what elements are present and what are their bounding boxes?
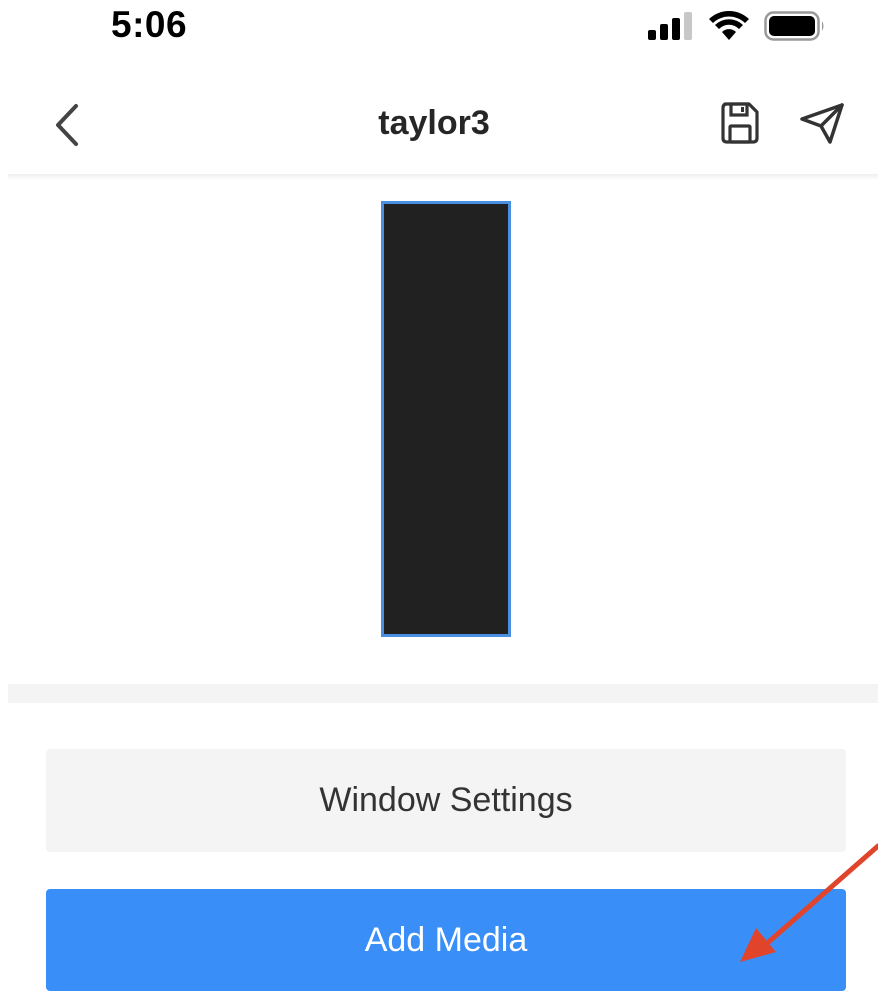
status-time: 5:06 bbox=[111, 4, 188, 45]
send-button[interactable] bbox=[798, 101, 846, 145]
cellular-signal-icon bbox=[648, 12, 692, 40]
app-screen: 5:06 taylor3 Window Settings Add Media bbox=[0, 0, 878, 991]
save-button[interactable] bbox=[718, 101, 762, 145]
battery-icon bbox=[764, 11, 824, 41]
section-divider bbox=[8, 684, 878, 703]
window-settings-button[interactable]: Window Settings bbox=[46, 749, 846, 852]
send-icon bbox=[800, 103, 844, 144]
wifi-icon bbox=[709, 11, 749, 40]
save-icon bbox=[721, 102, 759, 144]
status-icons bbox=[648, 10, 826, 42]
add-media-button[interactable]: Add Media bbox=[46, 889, 846, 991]
window-preview[interactable] bbox=[381, 201, 511, 637]
